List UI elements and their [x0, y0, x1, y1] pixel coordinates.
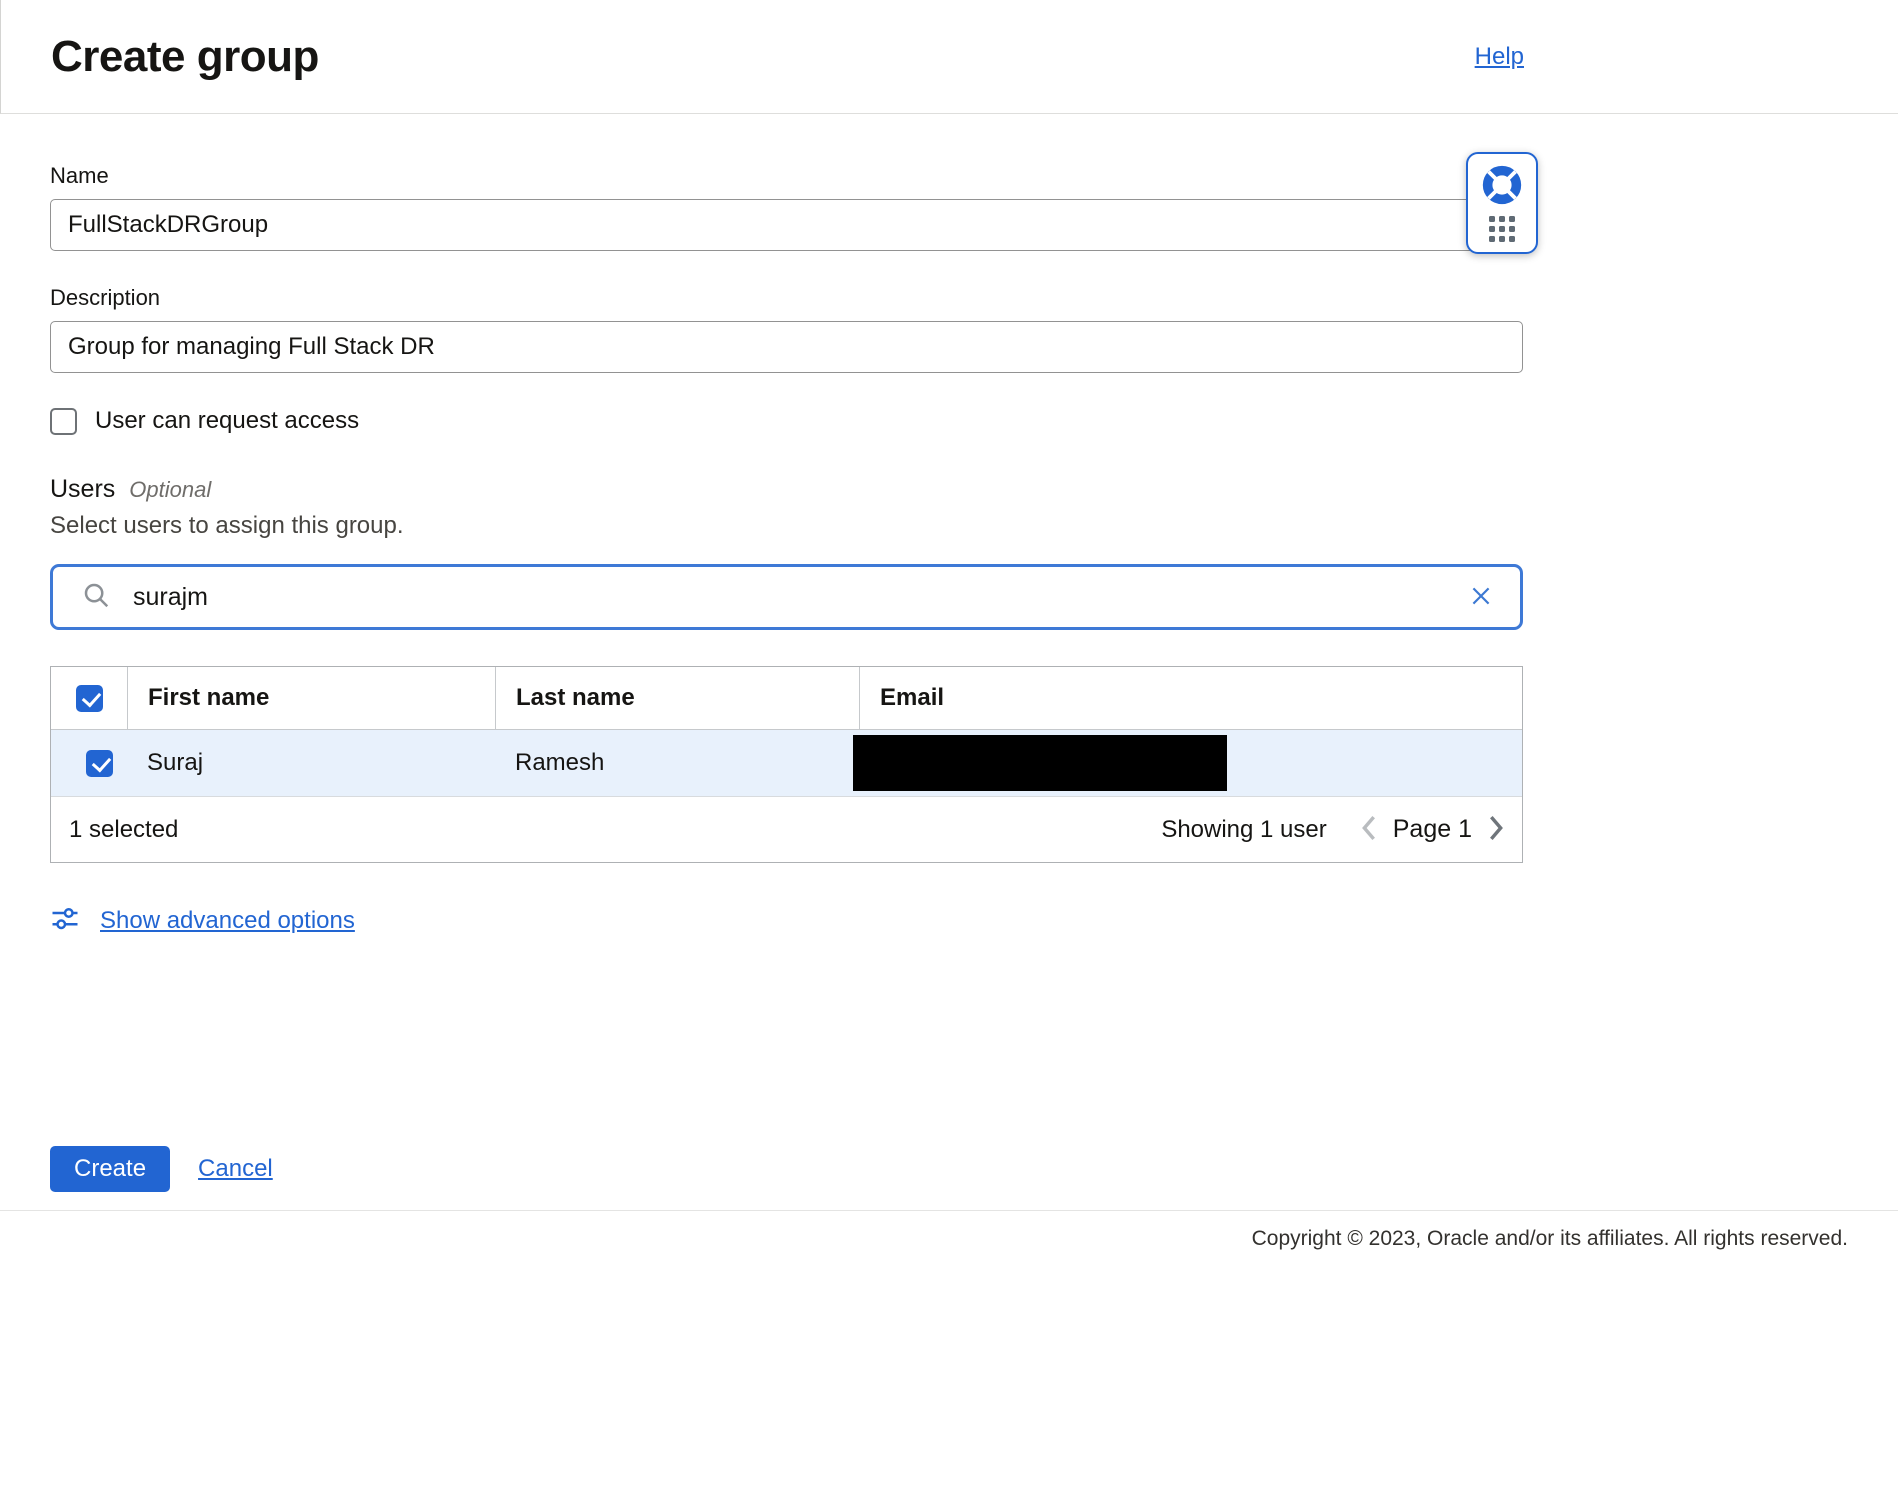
description-input[interactable]	[50, 321, 1523, 373]
prev-page-button[interactable]	[1359, 814, 1379, 845]
page-title: Create group	[51, 32, 319, 82]
pagination: Showing 1 user Page 1	[1161, 814, 1506, 845]
table-header-row: First name Last name Email	[51, 667, 1522, 730]
copyright-text: Copyright © 2023, Oracle and/or its affi…	[1252, 1227, 1848, 1250]
clear-search-button[interactable]	[1468, 583, 1494, 612]
name-input[interactable]	[50, 199, 1523, 251]
form-actions: Create Cancel	[50, 1146, 1523, 1192]
column-header-email: Email	[859, 667, 1522, 729]
selected-count: 1 selected	[69, 816, 178, 844]
create-group-form: Name Description User can request access…	[0, 163, 1898, 1210]
table-row[interactable]: Suraj Ramesh	[51, 730, 1522, 796]
chevron-right-icon	[1486, 814, 1506, 845]
next-page-button[interactable]	[1486, 814, 1506, 845]
sliders-icon	[50, 903, 80, 938]
user-search-input[interactable]	[133, 583, 1446, 612]
search-icon	[81, 580, 111, 615]
advanced-options-row: Show advanced options	[50, 903, 1523, 938]
users-optional-label: Optional	[129, 477, 211, 503]
users-table: First name Last name Email Suraj Ramesh …	[50, 666, 1523, 863]
show-advanced-options-link[interactable]: Show advanced options	[100, 907, 355, 935]
page-header: Create group Help	[0, 0, 1898, 114]
table-footer: 1 selected Showing 1 user Page 1	[51, 796, 1522, 862]
description-label: Description	[50, 285, 1523, 311]
page-footer: Copyright © 2023, Oracle and/or its affi…	[0, 1210, 1898, 1251]
column-header-first-name: First name	[127, 667, 495, 729]
name-label: Name	[50, 163, 1523, 189]
help-link[interactable]: Help	[1475, 43, 1524, 71]
cell-email	[859, 735, 1522, 791]
cell-last-name: Ramesh	[495, 749, 859, 777]
help-launcher-widget[interactable]	[1466, 152, 1538, 254]
users-hint: Select users to assign this group.	[50, 512, 1523, 540]
chevron-left-icon	[1359, 814, 1379, 845]
create-button[interactable]: Create	[50, 1146, 170, 1192]
cancel-link[interactable]: Cancel	[198, 1155, 273, 1183]
request-access-row: User can request access	[50, 407, 1523, 435]
row-checkbox[interactable]	[86, 750, 113, 777]
x-icon	[1468, 583, 1494, 612]
row-select-cell	[51, 730, 127, 796]
lifebuoy-icon	[1479, 162, 1525, 213]
page-label: Page 1	[1393, 815, 1472, 844]
grid-dots-icon	[1489, 216, 1515, 242]
cell-first-name: Suraj	[127, 749, 495, 777]
select-all-cell	[51, 667, 127, 729]
showing-text: Showing 1 user	[1161, 816, 1326, 844]
request-access-label: User can request access	[95, 407, 359, 435]
users-label: Users	[50, 475, 115, 504]
users-heading: Users Optional	[50, 475, 1523, 504]
select-all-checkbox[interactable]	[76, 685, 103, 712]
request-access-checkbox[interactable]	[50, 408, 77, 435]
user-search-box	[50, 564, 1523, 630]
column-header-last-name: Last name	[495, 667, 859, 729]
redacted-email	[853, 735, 1227, 791]
